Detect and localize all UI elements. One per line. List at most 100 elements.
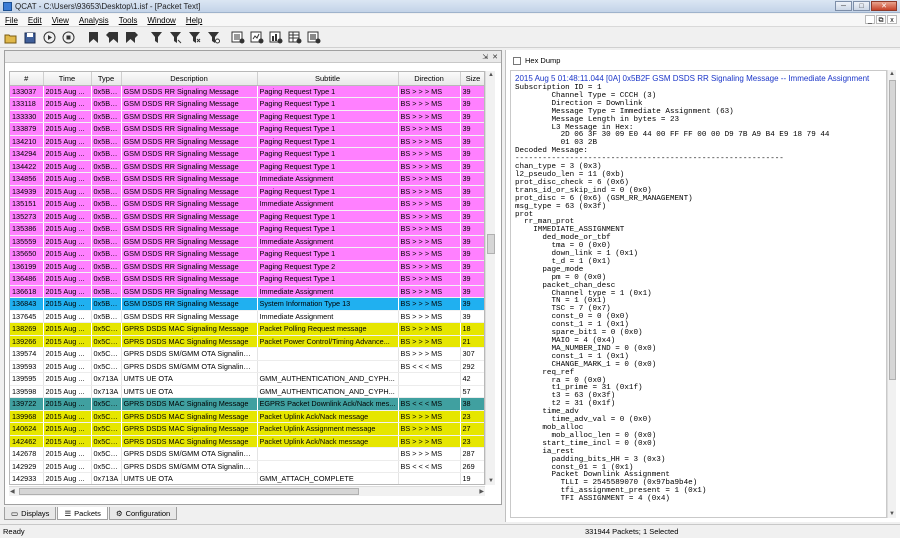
col-type-cell: 0x5B2F: [91, 210, 122, 223]
add-view-4-icon[interactable]: [287, 30, 303, 46]
table-row[interactable]: 139968 2015 Aug ... 0x5C26 GPRS DSDS MAC Si…: [10, 410, 484, 423]
hex-dump-toggle[interactable]: Hex Dump: [513, 56, 560, 65]
col-type-cell: 0x713A: [91, 372, 122, 386]
mdi-restore-button[interactable]: ⧉: [876, 15, 886, 24]
scroll-left-icon[interactable]: ◀: [10, 488, 15, 495]
bookmark-icon[interactable]: [85, 30, 101, 46]
table-row[interactable]: 139593 2015 Aug ... 0x5C30 GPRS DSDS SM/GMM…: [10, 360, 484, 373]
table-row[interactable]: 139574 2015 Aug ... 0x5C30 GPRS DSDS SM/GMM…: [10, 347, 484, 361]
col-description-cell: GSM DSDS RR Signaling Message: [121, 297, 258, 311]
filter-clear-icon[interactable]: [186, 30, 202, 46]
table-row[interactable]: 139598 2015 Aug ... 0x713A UMTS UE OTA GMM_A…: [10, 385, 484, 398]
table-row[interactable]: 135559 2015 Aug ... 0x5B2F GSM DSDS RR Sign…: [10, 235, 484, 248]
col-description-cell: GPRS DSDS MAC Signaling Message: [121, 435, 258, 448]
add-view-3-icon[interactable]: [268, 30, 284, 46]
add-view-icon[interactable]: [230, 30, 246, 46]
scroll-up-icon[interactable]: ▲: [488, 72, 494, 78]
maximize-button[interactable]: □: [853, 1, 870, 11]
col-direction-header[interactable]: Direction: [398, 72, 461, 86]
col-number-header[interactable]: #: [10, 72, 44, 86]
table-row[interactable]: 140624 2015 Aug ... 0x5C26 GPRS DSDS MAC Si…: [10, 422, 484, 436]
col-time-header[interactable]: Time: [43, 72, 92, 86]
bookmark-next-icon[interactable]: [123, 30, 139, 46]
table-row[interactable]: 142933 2015 Aug ... 0x713A UMTS UE OTA GMM_A…: [10, 472, 484, 484]
col-number-cell: 139593: [10, 360, 44, 373]
decoded-message-view[interactable]: 2015 Aug 5 01:48:11.044 [0A] 0x5B2F GSM …: [510, 70, 887, 518]
col-description-header[interactable]: Description: [121, 72, 258, 86]
table-row[interactable]: 142678 2015 Aug ... 0x5C30 GPRS DSDS SM/GMM…: [10, 447, 484, 461]
table-row[interactable]: 133118 2015 Aug ... 0x5B2F GSM DSDS RR Sign…: [10, 97, 484, 111]
table-row[interactable]: 135650 2015 Aug ... 0x5B2F GSM DSDS RR Sign…: [10, 247, 484, 261]
table-row[interactable]: 134939 2015 Aug ... 0x5B2F GSM DSDS RR Sign…: [10, 185, 484, 198]
mdi-minimize-button[interactable]: _: [865, 15, 875, 24]
vertical-scrollbar[interactable]: ▲ ▼: [485, 71, 495, 485]
add-view-2-icon[interactable]: [249, 30, 265, 46]
table-row[interactable]: 136486 2015 Aug ... 0x5B2F GSM DSDS RR Sign…: [10, 272, 484, 286]
play-icon[interactable]: [41, 30, 57, 46]
table-row[interactable]: 134294 2015 Aug ... 0x5B2F GSM DSDS RR Sign…: [10, 147, 484, 161]
filter-icon[interactable]: [148, 30, 164, 46]
add-view-5-icon[interactable]: [306, 30, 322, 46]
table-row[interactable]: 134856 2015 Aug ... 0x5B2F GSM DSDS RR Sign…: [10, 172, 484, 186]
mdi-close-button[interactable]: x: [887, 15, 897, 24]
col-number-cell: 142462: [10, 435, 44, 448]
scrollbar-thumb[interactable]: [19, 488, 359, 495]
scrollbar-thumb[interactable]: [889, 80, 896, 380]
table-row[interactable]: 133879 2015 Aug ... 0x5B2F GSM DSDS RR Sign…: [10, 122, 484, 136]
pane-close-icon[interactable]: ✕: [492, 53, 498, 61]
col-size-cell: 21: [460, 335, 484, 348]
table-row[interactable]: 139595 2015 Aug ... 0x713A UMTS UE OTA GMM_A…: [10, 372, 484, 386]
table-row[interactable]: 133037 2015 Aug ... 0x5B2F GSM DSDS RR Sign…: [10, 85, 484, 98]
table-row[interactable]: 134210 2015 Aug ... 0x5B2F GSM DSDS RR Sign…: [10, 135, 484, 148]
scrollbar-thumb[interactable]: [487, 234, 495, 254]
open-folder-icon[interactable]: [3, 30, 19, 46]
packets-icon: ☰: [64, 508, 72, 518]
col-subtitle-header[interactable]: Subtitle: [257, 72, 399, 86]
table-row[interactable]: 138269 2015 Aug ... 0x5C26 GPRS DSDS MAC Si…: [10, 322, 484, 336]
menu-tools[interactable]: Tools: [114, 16, 143, 25]
col-type-cell: 0x5C30: [91, 347, 122, 361]
bookmark-prev-icon[interactable]: [104, 30, 120, 46]
menu-help[interactable]: Help: [181, 16, 207, 25]
table-row[interactable]: 139266 2015 Aug ... 0x5C26 GPRS DSDS MAC Si…: [10, 335, 484, 348]
menu-window[interactable]: Window: [142, 16, 180, 25]
table-row[interactable]: 133330 2015 Aug ... 0x5B2F GSM DSDS RR Sign…: [10, 110, 484, 123]
table-row[interactable]: 135273 2015 Aug ... 0x5B2F GSM DSDS RR Sign…: [10, 210, 484, 223]
table-row[interactable]: 135386 2015 Aug ... 0x5B2F GSM DSDS RR Sign…: [10, 222, 484, 236]
scroll-down-icon[interactable]: ▼: [488, 478, 494, 484]
scroll-up-icon[interactable]: ▲: [889, 71, 895, 77]
horizontal-scrollbar[interactable]: ◀ ▶: [9, 486, 485, 496]
menu-file[interactable]: File: [0, 16, 23, 25]
minimize-button[interactable]: ─: [835, 1, 852, 11]
table-row[interactable]: 137645 2015 Aug ... 0x5B2F GSM DSDS RR Sign…: [10, 310, 484, 323]
menu-view[interactable]: View: [47, 16, 74, 25]
pane-pin-icon[interactable]: ⇲: [482, 53, 488, 61]
filter-edit-icon[interactable]: [167, 30, 183, 46]
filter-settings-icon[interactable]: [205, 30, 221, 46]
table-row[interactable]: 136199 2015 Aug ... 0x5B2F GSM DSDS RR Sign…: [10, 260, 484, 273]
col-description-cell: GPRS DSDS MAC Signaling Message: [121, 410, 258, 423]
hex-dump-checkbox[interactable]: [513, 56, 521, 65]
table-row[interactable]: 135151 2015 Aug ... 0x5B2F GSM DSDS RR Sign…: [10, 197, 484, 211]
menu-analysis[interactable]: Analysis: [74, 16, 114, 25]
col-type-header[interactable]: Type: [91, 72, 122, 86]
table-row[interactable]: 139722 2015 Aug ... 0x5C26 GPRS DSDS MAC Si…: [10, 397, 484, 411]
table-row[interactable]: 136843 2015 Aug ... 0x5B2F GSM DSDS RR Sign…: [10, 297, 484, 311]
col-size-header[interactable]: Size: [460, 72, 484, 86]
col-time-cell: 2015 Aug ...: [43, 285, 92, 298]
stop-icon[interactable]: [60, 30, 76, 46]
tab-displays[interactable]: ▭ Displays: [4, 507, 57, 520]
table-row[interactable]: 142462 2015 Aug ... 0x5C26 GPRS DSDS MAC Si…: [10, 435, 484, 448]
decode-vertical-scrollbar[interactable]: ▲ ▼: [887, 70, 896, 518]
table-row[interactable]: 136618 2015 Aug ... 0x5B2F GSM DSDS RR Sign…: [10, 285, 484, 298]
scroll-down-icon[interactable]: ▼: [889, 511, 895, 517]
save-disk-icon[interactable]: [22, 30, 38, 46]
menu-edit[interactable]: Edit: [23, 16, 47, 25]
col-size-cell: 39: [460, 97, 484, 111]
tab-configuration[interactable]: ⚙ Configuration: [108, 507, 178, 520]
scroll-right-icon[interactable]: ▶: [479, 488, 484, 495]
table-row[interactable]: 142929 2015 Aug ... 0x5C30 GPRS DSDS SM/GMM…: [10, 460, 484, 473]
tab-packets[interactable]: ☰ Packets: [57, 507, 108, 520]
close-window-button[interactable]: ✕: [871, 1, 897, 11]
table-row[interactable]: 134422 2015 Aug ... 0x5B2F GSM DSDS RR Sign…: [10, 160, 484, 173]
